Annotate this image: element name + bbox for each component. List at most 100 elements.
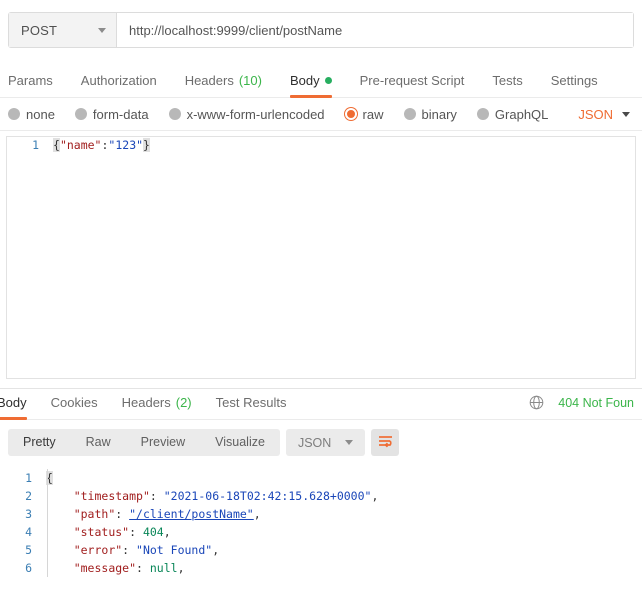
raw-format-select[interactable]: JSON xyxy=(578,107,630,122)
response-line-content: "message": null, xyxy=(42,559,185,577)
json-colon: : xyxy=(129,525,143,539)
response-tab-headers[interactable]: Headers (2) xyxy=(122,395,192,419)
body-type-none-label: none xyxy=(26,106,55,122)
json-value: "123" xyxy=(108,138,144,152)
tab-body-label: Body xyxy=(289,73,320,88)
response-format-label: JSON xyxy=(297,435,332,450)
request-body-editor[interactable]: 1 {"name":"123"} xyxy=(6,136,636,379)
tab-tests[interactable]: Tests xyxy=(492,73,522,97)
body-type-binary[interactable]: binary xyxy=(403,106,457,122)
json-colon: : xyxy=(136,561,150,575)
radio-form-data-icon xyxy=(74,108,87,120)
json-comma: , xyxy=(212,543,220,557)
chevron-down-icon xyxy=(345,440,354,445)
tab-body[interactable]: Body xyxy=(289,73,332,98)
response-tab-body-label: Body xyxy=(0,395,27,410)
response-format-select[interactable]: JSON xyxy=(285,429,366,456)
radio-raw-selected-icon xyxy=(344,108,357,120)
response-line: 1 { xyxy=(0,469,642,487)
body-type-none[interactable]: none xyxy=(8,107,55,122)
response-line: 6 "message": null, xyxy=(0,559,642,577)
view-mode-pretty[interactable]: Pretty xyxy=(8,429,71,456)
word-wrap-icon xyxy=(378,434,393,451)
response-line: 4 "status": 404, xyxy=(0,523,642,541)
response-tab-headers-label: Headers xyxy=(121,395,171,410)
tab-authorization-label: Authorization xyxy=(80,73,157,88)
line-number: 1 xyxy=(25,471,32,485)
tab-headers[interactable]: Headers (10) xyxy=(185,73,262,97)
json-key: "message" xyxy=(73,561,137,575)
response-line: 5 "error": "Not Found", xyxy=(0,541,642,559)
tab-params[interactable]: Params xyxy=(8,73,53,97)
fold-guide xyxy=(47,469,48,577)
response-toolbar: Pretty Raw Preview Visualize JSON xyxy=(0,420,642,465)
body-type-selector: none form-data x-www-form-urlencoded raw… xyxy=(0,98,642,131)
json-value: "2021-06-18T02:42:15.628+0000" xyxy=(163,489,372,503)
json-colon: : xyxy=(122,543,137,557)
json-comma: , xyxy=(177,561,185,575)
body-type-binary-label: binary xyxy=(421,106,457,122)
http-method-select[interactable]: POST xyxy=(9,13,117,47)
response-line-content: "path": "/client/postName", xyxy=(42,505,261,523)
tab-settings[interactable]: Settings xyxy=(551,73,598,97)
json-colon: : xyxy=(115,507,130,521)
json-key: "path" xyxy=(73,507,116,521)
view-mode-preview[interactable]: Preview xyxy=(126,429,200,456)
body-type-urlencoded-label: x-www-form-urlencoded xyxy=(186,106,325,122)
view-mode-raw[interactable]: Raw xyxy=(71,429,126,456)
response-view-modes: Pretty Raw Preview Visualize xyxy=(8,429,280,456)
json-value: 404 xyxy=(142,525,164,539)
response-line: 3 "path": "/client/postName", xyxy=(0,505,642,523)
request-url-input[interactable]: http://localhost:9999/client/postName xyxy=(117,13,633,47)
tab-authorization[interactable]: Authorization xyxy=(81,73,157,97)
line-number: 6 xyxy=(25,561,32,575)
body-type-raw-label: raw xyxy=(362,106,384,122)
raw-format-label: JSON xyxy=(578,106,613,122)
body-type-graphql[interactable]: GraphQL xyxy=(476,106,549,122)
line-number: 2 xyxy=(25,489,32,503)
response-body-viewer[interactable]: 1 { 2 "timestamp": "2021-06-18T02:42:15.… xyxy=(0,465,642,577)
json-key: "status" xyxy=(73,525,130,539)
response-line-content: "status": 404, xyxy=(42,523,171,541)
view-mode-visualize[interactable]: Visualize xyxy=(200,429,280,456)
response-tab-test-results-label: Test Results xyxy=(215,395,287,410)
response-tabs: Body Cookies Headers (2) Test Results 40… xyxy=(0,389,642,420)
line-number: 4 xyxy=(25,525,32,539)
response-tab-headers-count: (2) xyxy=(175,395,192,410)
chevron-down-icon xyxy=(98,27,106,33)
radio-binary-icon xyxy=(403,108,416,120)
radio-urlencoded-icon xyxy=(168,108,181,120)
response-tab-cookies[interactable]: Cookies xyxy=(51,395,98,419)
request-url-bar: POST http://localhost:9999/client/postNa… xyxy=(8,12,634,48)
tab-pre-request-script[interactable]: Pre-request Script xyxy=(360,73,465,97)
response-tab-body[interactable]: Body xyxy=(0,395,27,420)
globe-icon xyxy=(529,395,544,410)
body-present-dot-icon xyxy=(324,77,332,84)
body-type-form-data[interactable]: form-data xyxy=(74,106,149,122)
json-open-brace: { xyxy=(53,138,60,152)
response-tab-test-results[interactable]: Test Results xyxy=(216,395,287,419)
body-type-graphql-label: GraphQL xyxy=(494,106,549,122)
json-value: "Not Found" xyxy=(136,543,213,557)
json-comma: , xyxy=(371,489,379,503)
editor-line: 1 {"name":"123"} xyxy=(7,137,635,154)
word-wrap-button[interactable] xyxy=(371,429,400,456)
json-value-link[interactable]: "/client/postName" xyxy=(129,507,254,521)
radio-graphql-icon xyxy=(476,108,489,120)
json-comma: , xyxy=(253,507,261,521)
body-type-raw[interactable]: raw xyxy=(344,106,384,122)
body-type-form-data-label: form-data xyxy=(92,106,149,122)
tab-settings-label: Settings xyxy=(550,73,598,88)
response-status-area: 404 Not Foun xyxy=(529,395,634,419)
tab-headers-label: Headers xyxy=(184,73,234,88)
response-status-text: 404 Not Foun xyxy=(558,395,634,410)
tab-tests-label: Tests xyxy=(492,73,523,88)
request-tabs: Params Authorization Headers (10) Body P… xyxy=(0,66,642,98)
radio-none-icon xyxy=(8,108,20,120)
body-type-urlencoded[interactable]: x-www-form-urlencoded xyxy=(168,106,325,122)
